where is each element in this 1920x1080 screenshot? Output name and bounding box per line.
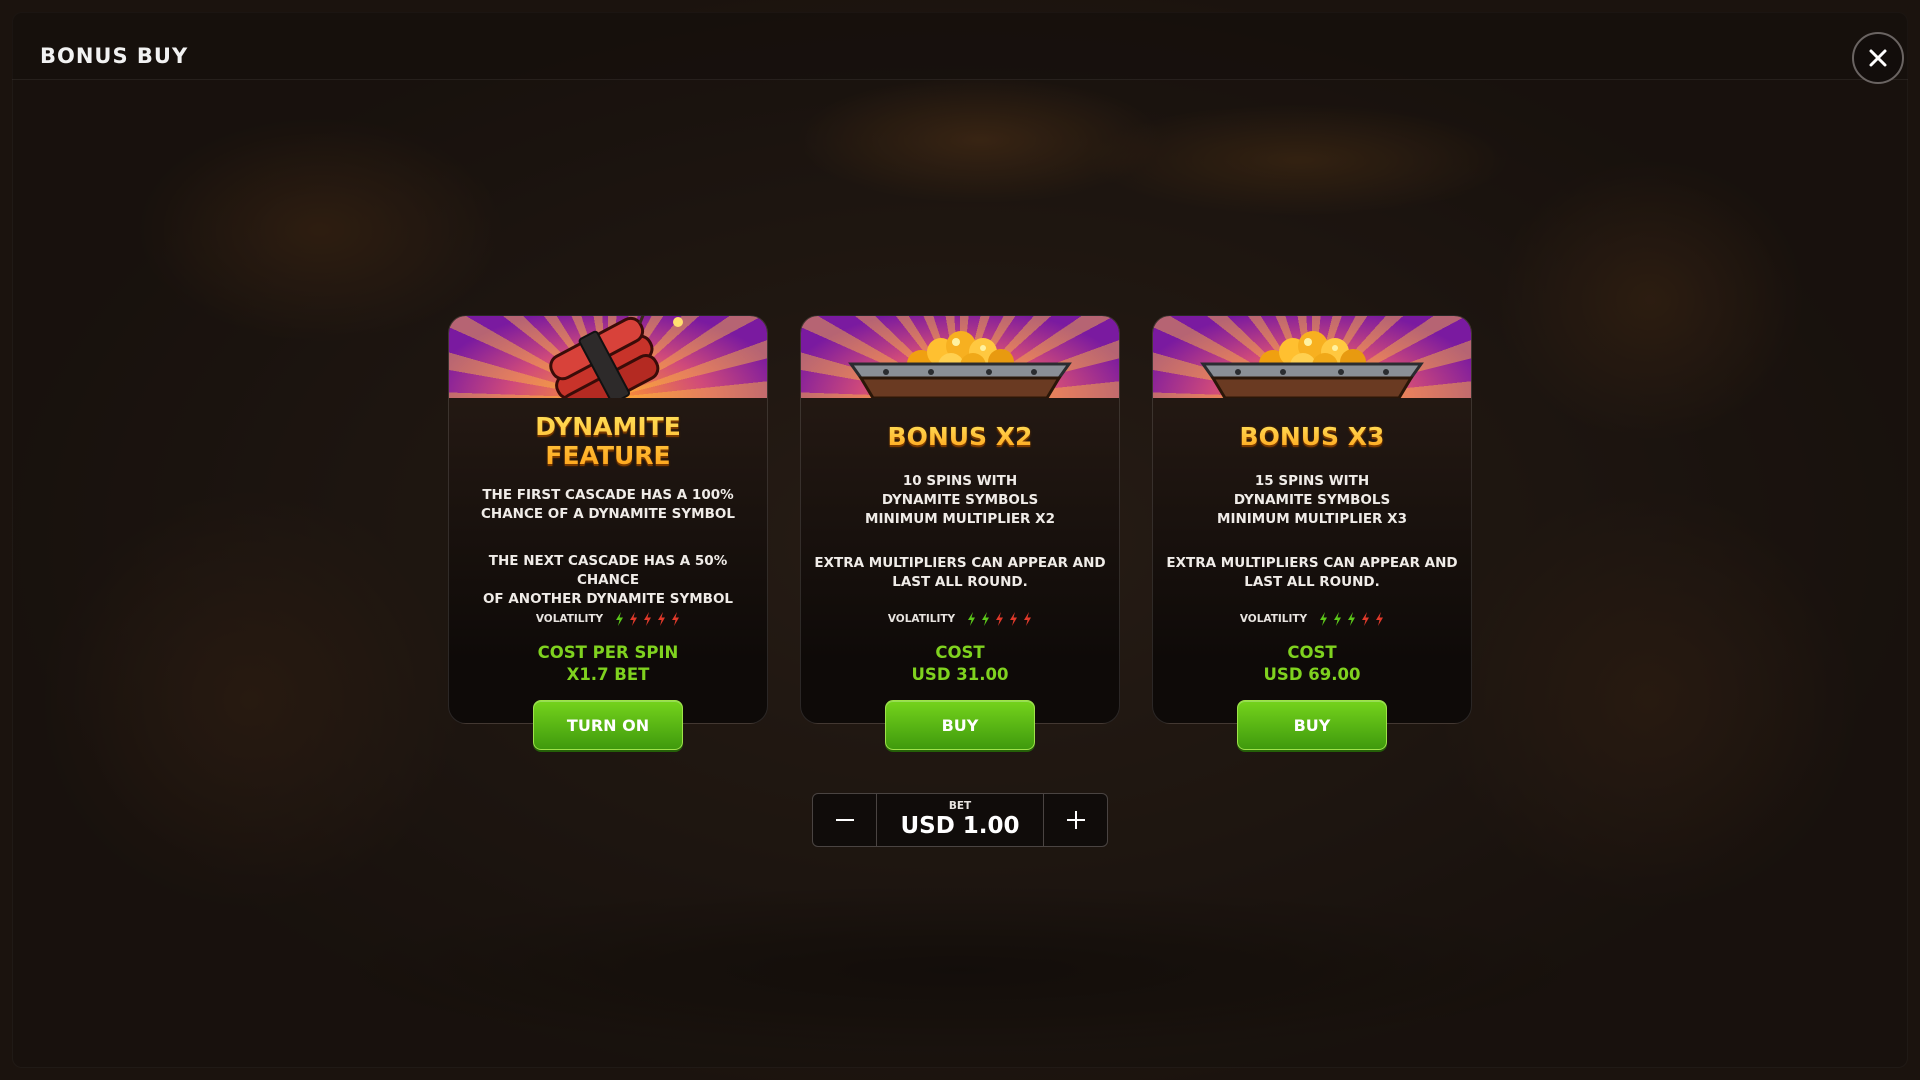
card-title-line2: FEATURE <box>545 441 671 470</box>
volatility-meter <box>615 612 680 626</box>
bolt-icon-inactive <box>1010 612 1018 626</box>
volatility-label: VOLATILITY <box>535 613 604 625</box>
volatility-meter <box>1319 612 1384 626</box>
cost-value: USD 69.00 <box>1263 665 1361 684</box>
card-banner <box>801 316 1119 398</box>
bolt-icon-active <box>1334 612 1342 626</box>
bolt-icon-active <box>1320 612 1328 626</box>
cost-label: COST <box>935 643 985 662</box>
card-description-1: THE FIRST CASCADE HAS A 100% CHANCE OF A… <box>481 487 735 522</box>
bolt-icon-inactive <box>658 612 666 626</box>
card-banner <box>449 316 767 398</box>
bet-label: BET <box>948 800 972 812</box>
bolt-icon-inactive <box>1362 612 1370 626</box>
bolt-icon-inactive <box>630 612 638 626</box>
card-title: BONUS X2 <box>801 422 1119 451</box>
increase-bet-button[interactable] <box>1043 794 1107 846</box>
bet-value: USD 1.00 <box>900 813 1020 839</box>
bolt-icon-active <box>616 612 624 626</box>
close-icon <box>1869 49 1887 67</box>
gold-minecart-icon <box>848 331 1072 398</box>
bet-control: BET USD 1.00 <box>812 793 1108 847</box>
card-banner <box>1153 316 1471 398</box>
cost-label: COST <box>1287 643 1337 662</box>
cost-value: USD 31.00 <box>911 665 1009 684</box>
volatility-row: VOLATILITY <box>449 612 767 626</box>
bet-display: BET USD 1.00 <box>877 794 1043 846</box>
gold-minecart-icon <box>1200 331 1424 398</box>
plus-icon <box>1066 811 1085 829</box>
cost-value: X1.7 BET <box>566 665 650 684</box>
buy-bonus-x3-button[interactable]: BUY <box>1237 700 1387 750</box>
minus-icon <box>835 819 854 821</box>
bonus-card-bonus-x3: BONUS X3 15 SPINS WITH DYNAMITE SYMBOLS … <box>1152 315 1472 750</box>
card-description-1: 15 SPINS WITH DYNAMITE SYMBOLS MINIMUM M… <box>1217 473 1407 527</box>
buy-bonus-x2-button[interactable]: BUY <box>885 700 1035 750</box>
modal-title: BONUS BUY <box>40 44 189 68</box>
bolt-icon-inactive <box>644 612 652 626</box>
bolt-icon-active <box>982 612 990 626</box>
volatility-meter <box>967 612 1032 626</box>
turn-on-button[interactable]: TURN ON <box>533 700 683 750</box>
card-description-2: THE NEXT CASCADE HAS A 50% CHANCE OF ANO… <box>482 553 734 607</box>
cost-label: COST PER SPIN <box>537 643 679 662</box>
bolt-icon-active <box>968 612 976 626</box>
card-description-1: 10 SPINS WITH DYNAMITE SYMBOLS MINIMUM M… <box>865 473 1055 527</box>
volatility-label: VOLATILITY <box>1239 613 1308 625</box>
volatility-row: VOLATILITY <box>801 612 1119 626</box>
bonus-card-bonus-x2: BONUS X2 10 SPINS WITH DYNAMITE SYMBOLS … <box>800 315 1120 750</box>
volatility-row: VOLATILITY <box>1153 612 1471 626</box>
modal-header: BONUS BUY <box>12 12 1908 84</box>
bolt-icon-inactive <box>1376 612 1384 626</box>
card-description-2: EXTRA MULTIPLIERS CAN APPEAR AND LAST AL… <box>814 555 1106 590</box>
bolt-icon-inactive <box>1024 612 1032 626</box>
close-button[interactable] <box>1852 32 1904 84</box>
bolt-icon-inactive <box>672 612 680 626</box>
volatility-label: VOLATILITY <box>887 613 956 625</box>
bonus-card-dynamite-feature: DYNAMITE FEATURE THE FIRST CASCADE HAS A… <box>448 315 768 750</box>
card-description-2: EXTRA MULTIPLIERS CAN APPEAR AND LAST AL… <box>1166 555 1458 590</box>
card-title-line1: DYNAMITE <box>535 412 681 441</box>
bolt-icon-active <box>1348 612 1356 626</box>
decrease-bet-button[interactable] <box>813 794 877 846</box>
card-title: DYNAMITE FEATURE <box>449 412 767 470</box>
card-title: BONUS X3 <box>1153 422 1471 451</box>
dynamite-icon <box>549 316 683 398</box>
bolt-icon-inactive <box>996 612 1004 626</box>
